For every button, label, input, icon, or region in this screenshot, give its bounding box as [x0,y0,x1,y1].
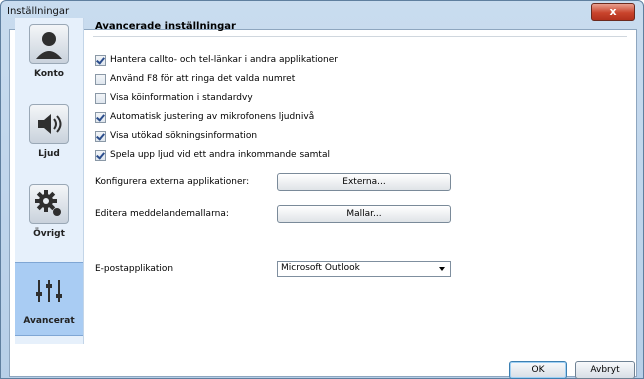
ok-button[interactable]: OK [509,361,567,379]
speaker-icon [29,104,69,144]
option-label: Automatisk justering av mikrofonens ljud… [110,112,315,122]
window-title: Inställningar [7,6,70,17]
title-bar: Inställningar x [1,1,643,23]
option-label: Hantera callto- och tel-länkar i andra a… [110,55,338,65]
checkbox-checked[interactable] [95,111,106,123]
sidebar-item-label: Avancerat [23,316,75,326]
email-app-value: Microsoft Outlook [281,263,360,273]
sidebar-item-ovrigt[interactable]: Övrigt [15,184,83,248]
option-label: Spela upp ljud vid ett andra inkommande … [110,150,330,160]
section-divider [93,36,627,37]
sidebar-item-label: Konto [34,69,64,79]
checkbox-unchecked[interactable] [95,92,106,104]
sidebar-item-konto[interactable]: Konto [15,24,83,88]
option-label: Visa utökad sökningsinformation [110,131,258,141]
option-callto-links[interactable]: Hantera callto- och tel-länkar i andra a… [95,54,338,66]
gear-icon [29,184,69,224]
checkbox-checked[interactable] [95,54,106,66]
checkbox-unchecked[interactable] [95,73,106,85]
option-queue-info[interactable]: Visa köinformation i standardvy [95,92,253,104]
cancel-button[interactable]: Avbryt [575,361,635,379]
option-label: Använd F8 för att ringa det valda numret [110,74,296,84]
sidebar-item-label: Övrigt [33,229,65,239]
chevron-down-icon [439,267,445,271]
email-app-select[interactable]: Microsoft Outlook [277,261,451,277]
checkbox-checked[interactable] [95,149,106,161]
templates-label: Editera meddelandemallarna: [95,209,229,219]
settings-window: Inställningar x Konto Ljud Övrigt Avance… [0,0,644,379]
option-label: Visa köinformation i standardvy [110,93,253,103]
external-apps-label: Konfigurera externa applikationer: [95,177,250,187]
option-mic-level[interactable]: Automatisk justering av mikrofonens ljud… [95,111,314,123]
external-apps-button[interactable]: Externa... [277,173,451,191]
person-icon [29,24,69,64]
option-second-call-sound[interactable]: Spela upp ljud vid ett andra inkommande … [95,149,330,161]
sidebar-item-avancerat[interactable]: Avancerat [15,262,83,336]
checkbox-checked[interactable] [95,130,106,142]
email-app-label: E-postapplikation [95,264,174,274]
sidebar-item-label: Ljud [38,149,60,159]
sliders-icon [29,271,69,311]
option-search-info[interactable]: Visa utökad sökningsinformation [95,130,257,142]
templates-button[interactable]: Mallar... [277,205,451,223]
sidebar: Konto Ljud Övrigt Avancerat [15,18,84,344]
section-title: Avancerade inställningar [95,21,236,32]
option-f8-dial[interactable]: Använd F8 för att ringa det valda numret [95,73,295,85]
close-button[interactable]: x [591,3,635,21]
sidebar-item-ljud[interactable]: Ljud [15,104,83,168]
